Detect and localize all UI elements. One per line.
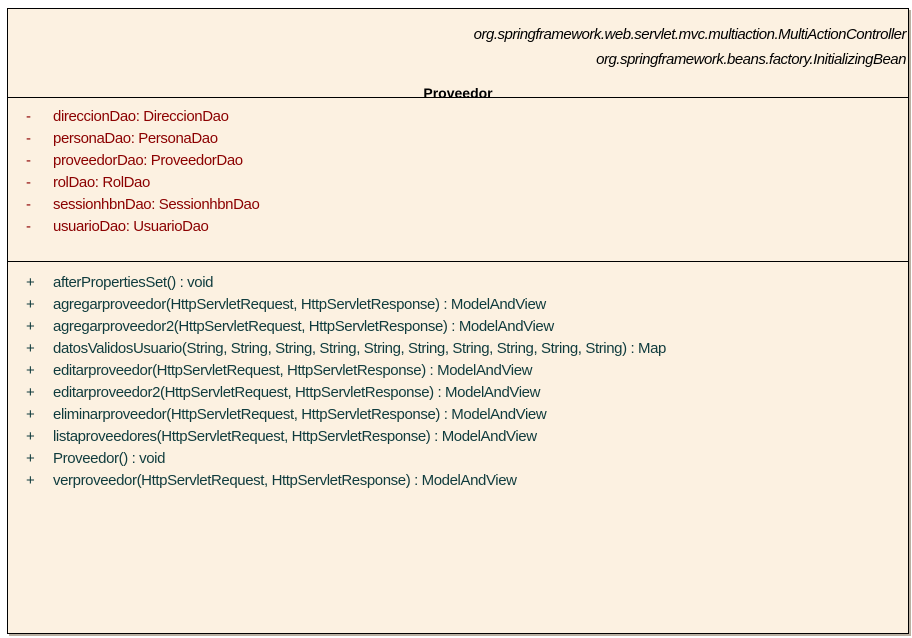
visibility-marker: + — [26, 296, 35, 313]
attribute-row: - proveedorDao: ProveedorDao — [8, 150, 908, 172]
interface-name: org.springframework.web.servlet.mvc.mult… — [473, 26, 907, 43]
attribute-text: direccionDao: DireccionDao — [53, 108, 229, 125]
operation-row: + afterPropertiesSet() : void — [8, 272, 908, 294]
visibility-marker: + — [26, 450, 35, 467]
operation-row: + agregarproveedor2(HttpServletRequest, … — [8, 316, 908, 338]
operation-row: + datosValidosUsuario(String, String, St… — [8, 338, 908, 360]
visibility-marker: + — [26, 406, 35, 423]
visibility-marker: + — [26, 472, 35, 489]
operation-row: + Proveedor() : void — [8, 448, 908, 470]
operation-text: agregarproveedor2(HttpServletRequest, Ht… — [53, 318, 554, 335]
operation-row: + agregarproveedor(HttpServletRequest, H… — [8, 294, 908, 316]
uml-class-box[interactable]: org.springframework.web.servlet.mvc.mult… — [7, 8, 909, 634]
visibility-marker: - — [26, 152, 31, 169]
operation-row: + eliminarproveedor(HttpServletRequest, … — [8, 404, 908, 426]
attribute-text: sessionhbnDao: SessionhbnDao — [53, 196, 260, 213]
operation-text: Proveedor() : void — [53, 450, 166, 467]
visibility-marker: + — [26, 274, 35, 291]
attribute-row: - usuarioDao: UsuarioDao — [8, 216, 908, 238]
operation-text: editarproveedor(HttpServletRequest, Http… — [53, 362, 533, 379]
visibility-marker: - — [26, 218, 31, 235]
visibility-marker: - — [26, 196, 31, 213]
visibility-marker: + — [26, 340, 35, 357]
visibility-marker: + — [26, 318, 35, 335]
operations-compartment: + afterPropertiesSet() : void + agregarp… — [8, 262, 908, 492]
attribute-row: - rolDao: RolDao — [8, 172, 908, 194]
operation-text: eliminarproveedor(HttpServletRequest, Ht… — [53, 406, 547, 423]
operation-text: listaproveedores(HttpServletRequest, Htt… — [53, 428, 537, 445]
attribute-text: rolDao: RolDao — [53, 174, 150, 191]
operation-text: afterPropertiesSet() : void — [53, 274, 214, 291]
interface-name: org.springframework.beans.factory.Initia… — [596, 51, 906, 68]
attribute-row: - personaDao: PersonaDao — [8, 128, 908, 150]
operation-row: + verproveedor(HttpServletRequest, HttpS… — [8, 470, 908, 492]
operation-row: + listaproveedores(HttpServletRequest, H… — [8, 426, 908, 448]
operation-text: agregarproveedor(HttpServletRequest, Htt… — [53, 296, 546, 313]
attribute-text: personaDao: PersonaDao — [53, 130, 218, 147]
attributes-compartment: - direccionDao: DireccionDao - personaDa… — [8, 98, 908, 262]
visibility-marker: - — [26, 130, 31, 147]
visibility-marker: + — [26, 384, 35, 401]
visibility-marker: - — [26, 108, 31, 125]
class-header: org.springframework.web.servlet.mvc.mult… — [8, 9, 908, 101]
attribute-text: proveedorDao: ProveedorDao — [53, 152, 243, 169]
operation-text: verproveedor(HttpServletRequest, HttpSer… — [53, 472, 517, 489]
operation-text: editarproveedor2(HttpServletRequest, Htt… — [53, 384, 541, 401]
visibility-marker: + — [26, 362, 35, 379]
attribute-row: - sessionhbnDao: SessionhbnDao — [8, 194, 908, 216]
operation-row: + editarproveedor(HttpServletRequest, Ht… — [8, 360, 908, 382]
operation-row: + editarproveedor2(HttpServletRequest, H… — [8, 382, 908, 404]
operation-text: datosValidosUsuario(String, String, Stri… — [53, 340, 666, 357]
attribute-text: usuarioDao: UsuarioDao — [53, 218, 209, 235]
visibility-marker: + — [26, 428, 35, 445]
visibility-marker: - — [26, 174, 31, 191]
attribute-row: - direccionDao: DireccionDao — [8, 106, 908, 128]
